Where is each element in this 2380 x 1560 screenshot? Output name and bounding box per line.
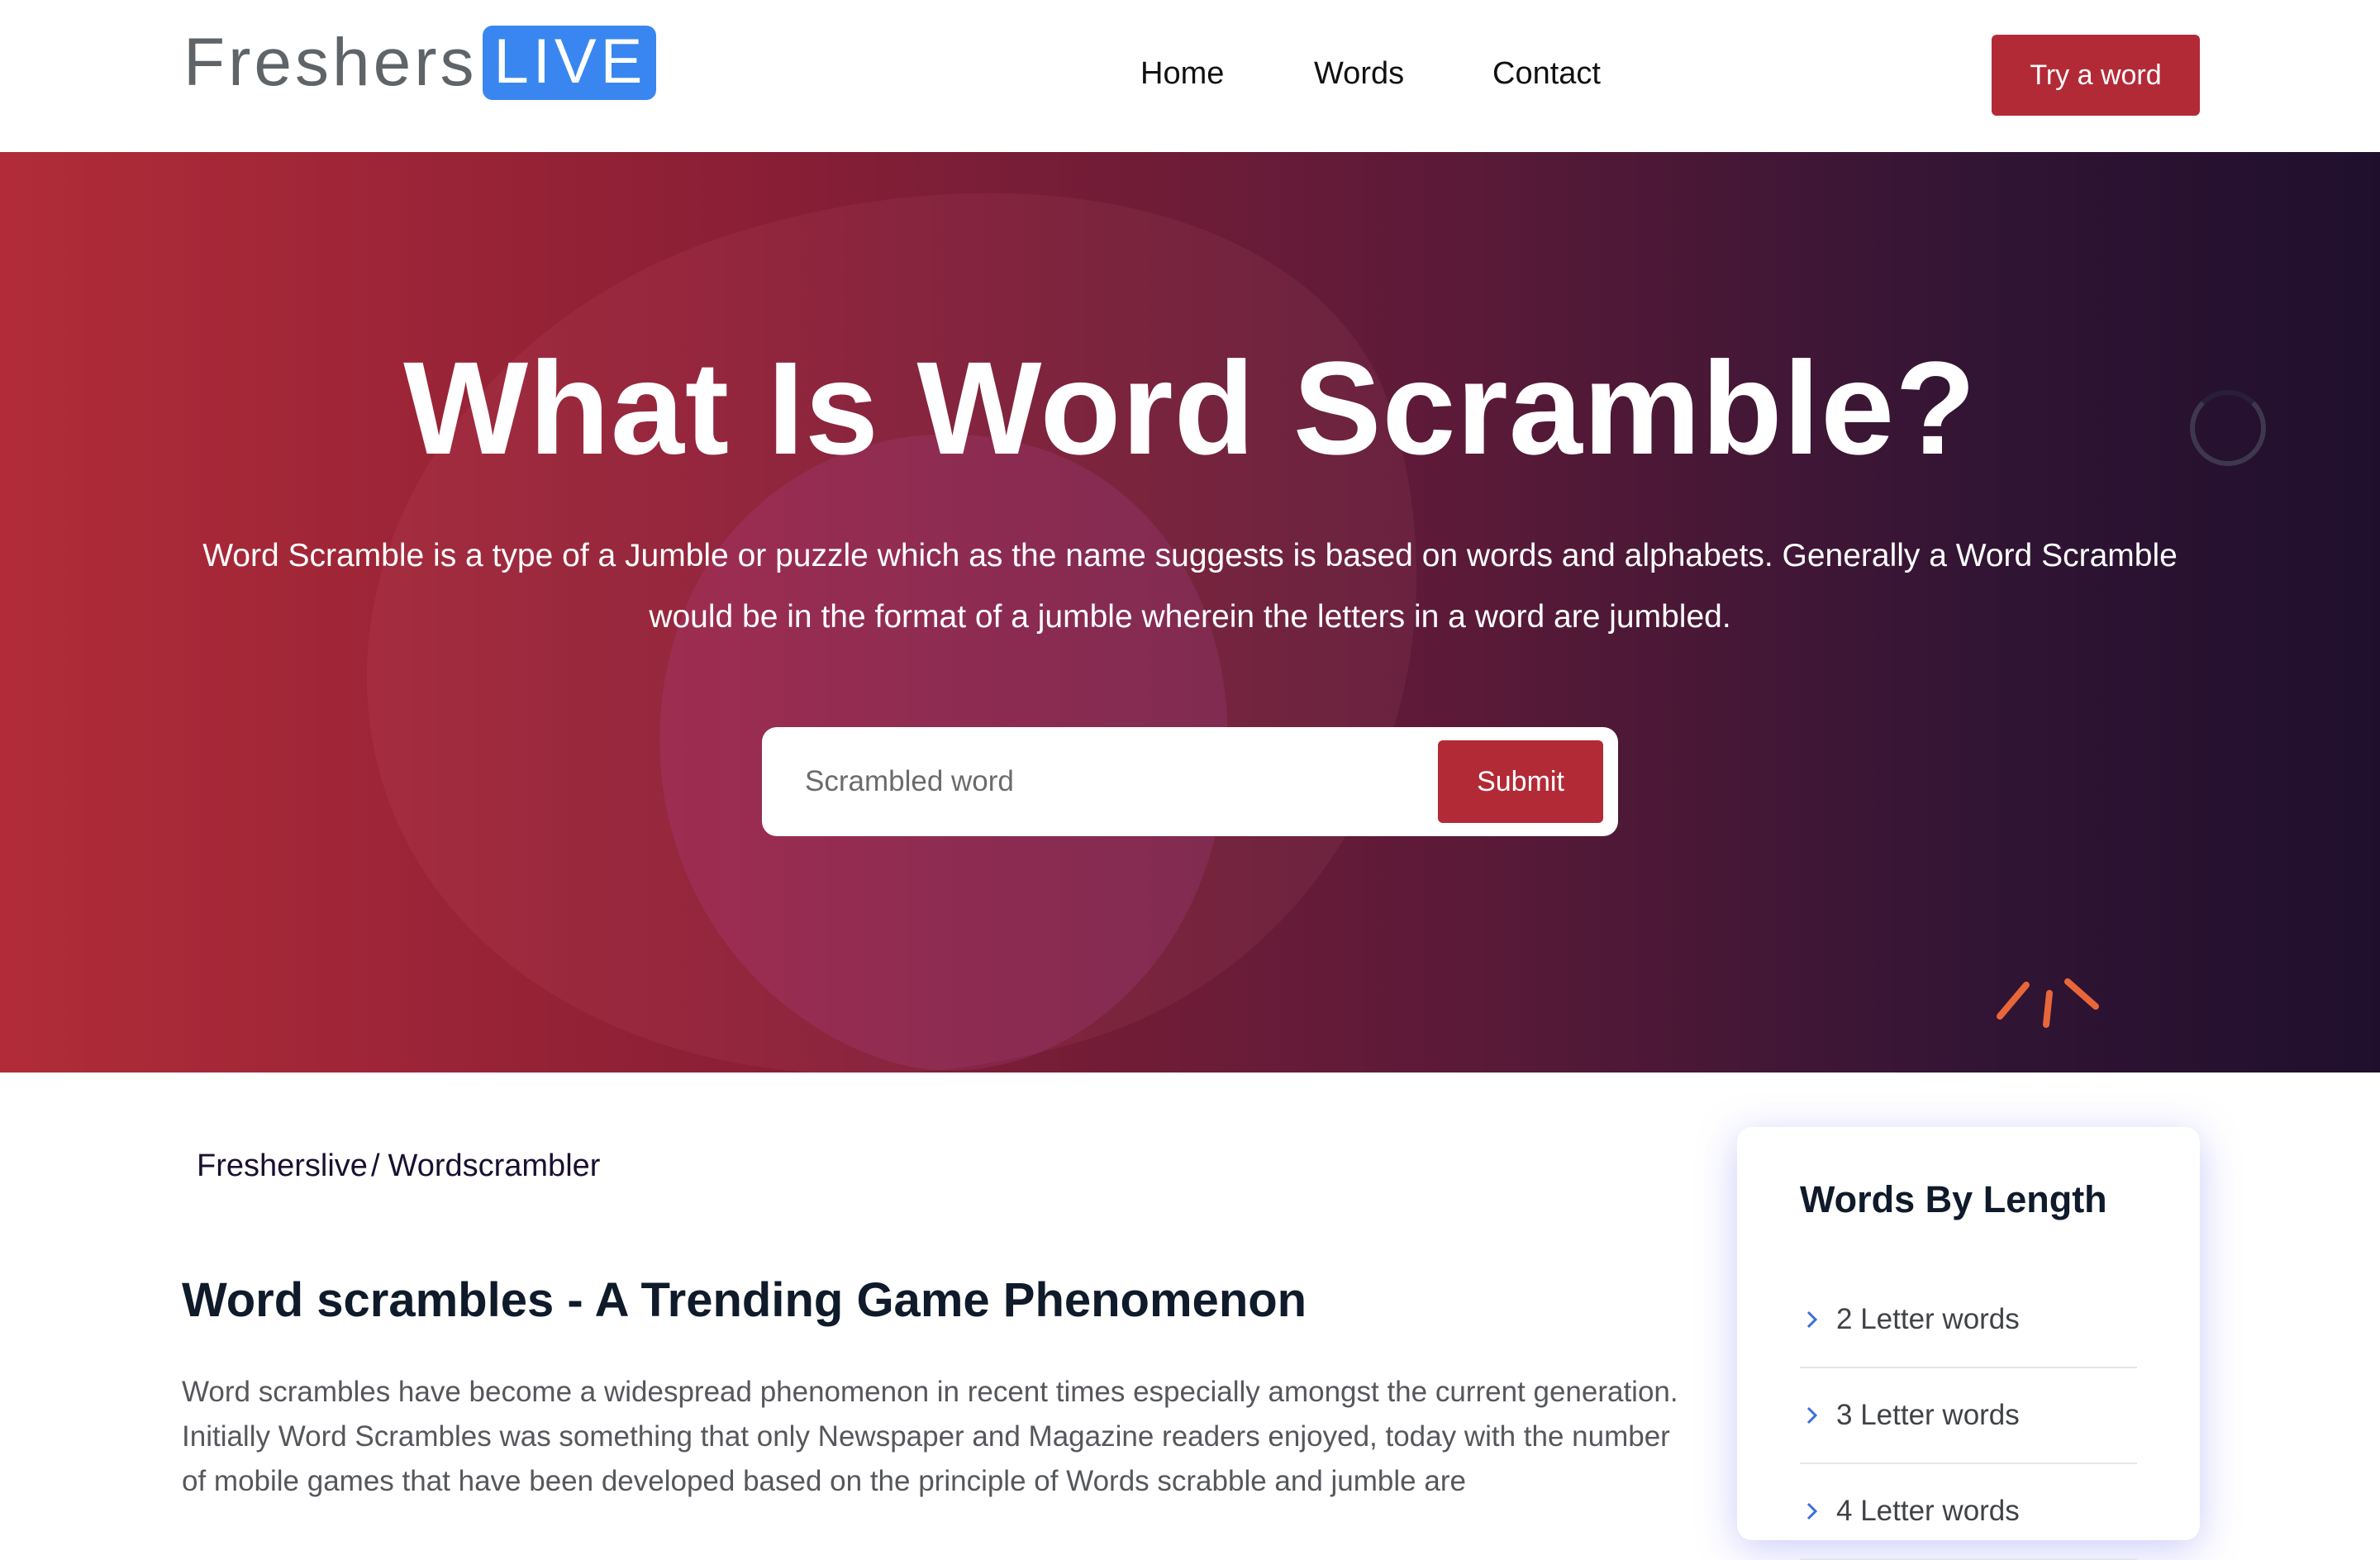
- spinner-ring-icon: [2190, 390, 2266, 466]
- sidebar-item-label: 3 Letter words: [1836, 1399, 2020, 1431]
- sidebar-item-3-letter-words[interactable]: 3 Letter words: [1800, 1368, 2137, 1464]
- site-header: Freshers LIVE Home Words Contact Try a w…: [0, 0, 2380, 152]
- article-title: Word scrambles - A Trending Game Phenome…: [182, 1273, 1307, 1327]
- breadcrumb-separator: /: [370, 1149, 380, 1183]
- nav-words-link[interactable]: Words: [1314, 56, 1404, 96]
- sidebar-item-2-letter-words[interactable]: 2 Letter words: [1800, 1272, 2137, 1368]
- sparkle-icon: [1997, 978, 2099, 1028]
- sidebar-item-4-letter-words[interactable]: 4 Letter words: [1800, 1464, 2137, 1560]
- article-body: Word scrambles have become a widespread …: [182, 1376, 1678, 1497]
- chevron-right-icon: [1806, 1502, 1818, 1520]
- scramble-search-form: Submit: [762, 727, 1618, 836]
- logo-text: Freshers: [183, 25, 478, 100]
- sidebar-title: Words By Length: [1800, 1178, 2107, 1220]
- logo-badge: LIVE: [482, 26, 657, 100]
- breadcrumb: Fresherslive / Wordscrambler: [197, 1149, 600, 1184]
- sidebar-item-label: 2 Letter words: [1836, 1303, 2020, 1335]
- chevron-right-icon: [1806, 1310, 1818, 1329]
- breadcrumb-item-wordscrambler[interactable]: Wordscrambler: [388, 1149, 601, 1184]
- hero-section: What Is Word Scramble? Word Scramble is …: [0, 152, 2380, 1072]
- hero-description: Word Scramble is a type of a Jumble or p…: [202, 538, 2178, 635]
- nav-contact-link[interactable]: Contact: [1492, 56, 1601, 96]
- breadcrumb-item-fresherslive[interactable]: Fresherslive: [197, 1149, 368, 1184]
- fresherslive-logo[interactable]: Freshers LIVE: [183, 25, 657, 101]
- chevron-right-icon: [1806, 1406, 1818, 1424]
- try-a-word-button[interactable]: Try a word: [1992, 35, 2200, 116]
- hero-title: What Is Word Scramble?: [403, 334, 1977, 482]
- submit-button[interactable]: Submit: [1438, 740, 1603, 823]
- nav-home-link[interactable]: Home: [1140, 56, 1224, 96]
- sidebar-item-label: 4 Letter words: [1836, 1495, 2020, 1527]
- words-by-length-card: Words By Length 2 Letter words 3 Letter …: [1737, 1127, 2200, 1560]
- scrambled-word-input[interactable]: [774, 739, 1352, 825]
